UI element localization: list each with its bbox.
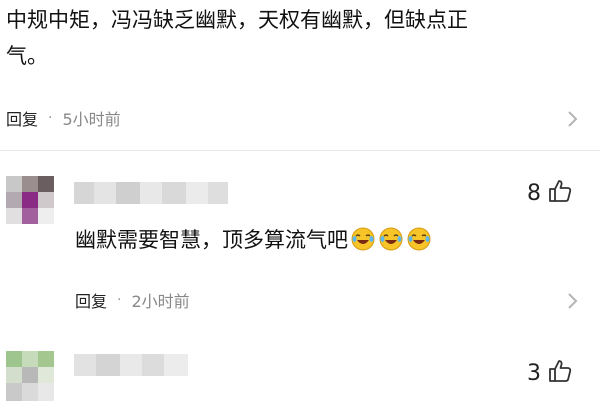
comment-2-meta: 回复 · 2小时前 <box>75 288 190 312</box>
laughing-crying-emoji <box>406 226 432 252</box>
comment-1-line-2: 气。 <box>6 44 48 68</box>
thumbs-up-icon <box>547 358 573 388</box>
avatar[interactable] <box>6 351 54 401</box>
emoji-group <box>348 226 432 252</box>
like-button[interactable]: 8 <box>527 178 573 208</box>
comment-2-text: 幽默需要智慧，顶多算流气吧 <box>75 222 432 258</box>
comment-2-body: 幽默需要智慧，顶多算流气吧 <box>75 228 348 252</box>
comment-1-line-1: 中规中矩，冯冯缺乏幽默，天权有幽默，但缺点正 <box>6 8 468 32</box>
comment-1-text: 中规中矩，冯冯缺乏幽默，天权有幽默，但缺点正 气。 <box>6 2 566 74</box>
laughing-crying-emoji <box>350 226 376 252</box>
separator-dot: · <box>48 110 53 126</box>
comment-1-meta: 回复 · 5小时前 <box>6 106 121 130</box>
comment-2-reply-button[interactable]: 回复 <box>75 288 107 312</box>
comment-1-reply-button[interactable]: 回复 <box>6 106 38 130</box>
laughing-crying-emoji <box>378 226 404 252</box>
like-count: 8 <box>527 180 541 206</box>
comment-1-timestamp: 5小时前 <box>62 110 121 129</box>
divider <box>0 150 600 151</box>
chevron-right-icon[interactable] <box>560 107 584 131</box>
separator-dot: · <box>117 292 122 308</box>
avatar[interactable] <box>6 176 54 224</box>
comment-2-timestamp: 2小时前 <box>131 292 190 311</box>
like-count: 3 <box>527 360 541 386</box>
username-blurred[interactable] <box>74 182 228 204</box>
chevron-right-icon[interactable] <box>560 289 584 313</box>
thumbs-up-icon <box>547 178 573 208</box>
like-button[interactable]: 3 <box>527 358 573 388</box>
username-blurred[interactable] <box>74 354 188 376</box>
